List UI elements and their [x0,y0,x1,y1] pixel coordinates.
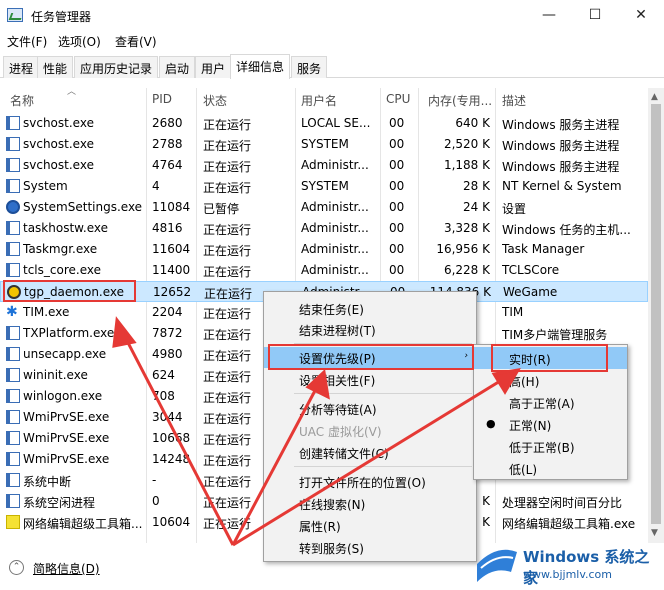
annotation-arrow-line [231,384,320,546]
annotation-arrowhead [305,368,330,400]
windows-logo-icon [477,549,517,582]
annotation-arrowhead [112,316,137,348]
annotation-arrow-line [232,376,506,547]
watermark-url: www.bjjmlv.com [523,568,612,581]
watermark-title: Windows 系统之家 [523,548,650,587]
annotation-arrow-line [122,334,235,546]
annotation-arrows [112,316,521,547]
annotation-arrowhead [491,367,521,395]
watermark: Windows 系统之家 www.bjjmlv.com [475,538,664,590]
